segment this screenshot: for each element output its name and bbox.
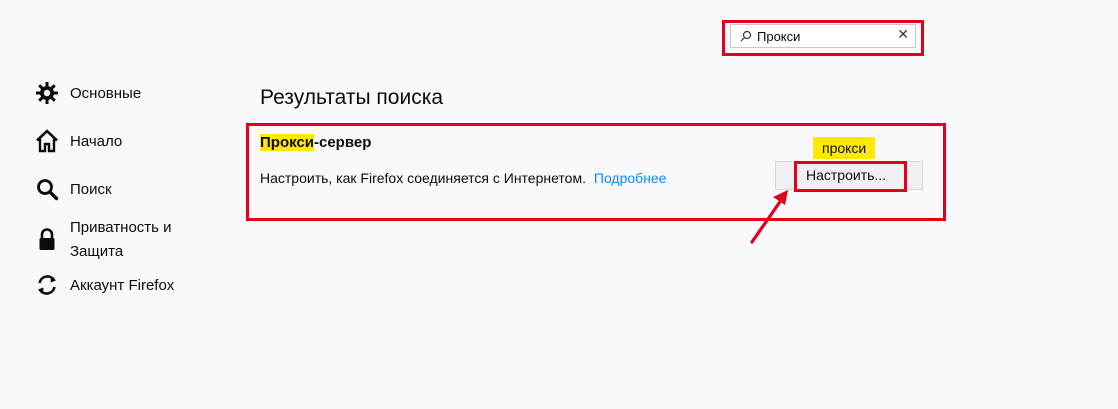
page-title: Результаты поиска [260, 86, 444, 109]
sidebar-item-label: Приватность и Защита [70, 219, 172, 260]
sidebar-item-search[interactable]: Поиск [34, 176, 234, 202]
search-match-tooltip: прокси [813, 137, 876, 159]
sidebar-item-label: Начало [70, 133, 123, 150]
lock-icon [34, 226, 60, 252]
gear-icon [34, 80, 60, 106]
sidebar-item-label: Основные [70, 85, 142, 102]
search-match-highlight: Прокси [260, 134, 314, 151]
home-icon [34, 128, 60, 154]
sync-icon [34, 272, 60, 298]
sidebar-item-label: Аккаунт Firefox [70, 277, 175, 294]
description-text: Настроить, как Firefox соединяется с Инт… [260, 170, 586, 186]
button-label: Настроить... [806, 167, 887, 183]
sidebar-item-label: Поиск [70, 181, 112, 198]
sidebar-item-firefox-account[interactable]: Аккаунт Firefox [34, 272, 234, 298]
annotation-search-highlight [722, 20, 924, 56]
search-icon [34, 176, 60, 202]
sidebar-item-home[interactable]: Начало [34, 128, 234, 154]
section-title-rest: -сервер [313, 134, 372, 151]
section-description: Настроить, как Firefox соединяется с Инт… [260, 169, 667, 187]
sidebar-item-privacy[interactable]: Приватность и Защита [34, 214, 234, 264]
sidebar-item-general[interactable]: Основные [34, 80, 234, 106]
connection-settings-button[interactable]: Настроить... [775, 161, 923, 190]
learn-more-link[interactable]: Подробнее [594, 170, 667, 186]
section-title-proxy: Прокси-сервер [260, 131, 371, 155]
